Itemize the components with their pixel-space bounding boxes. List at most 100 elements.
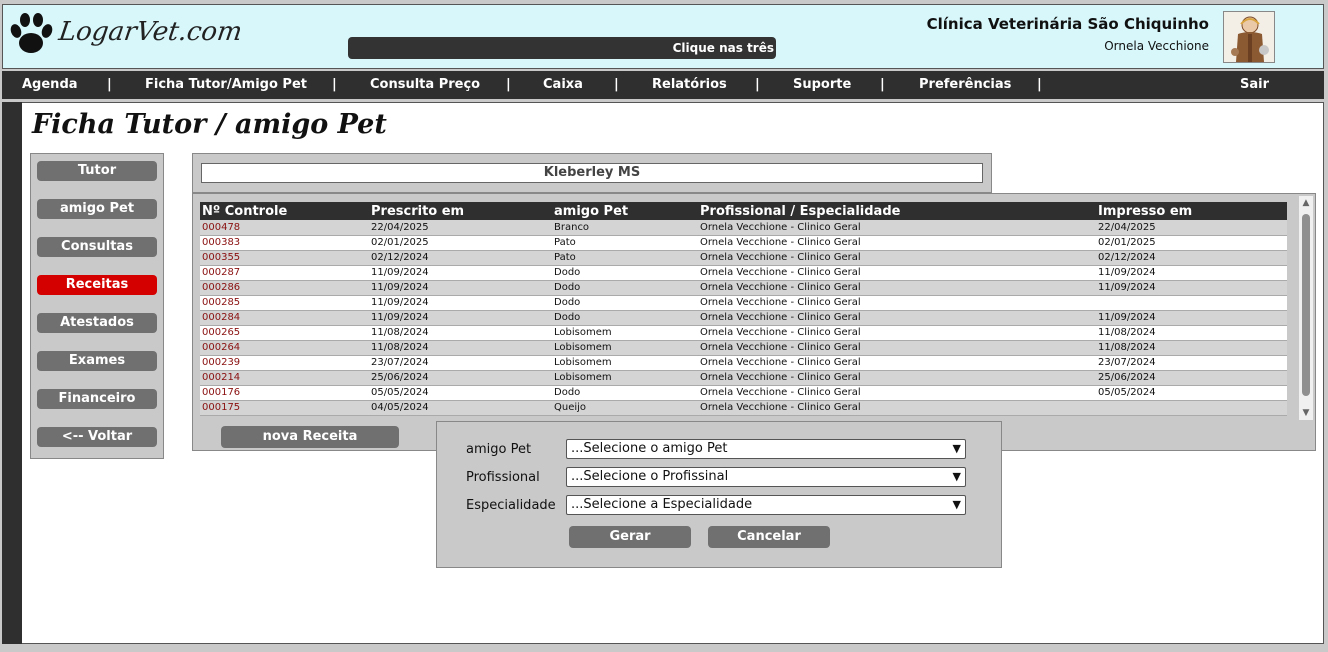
- app-frame: LogarVet.com Clique nas três Clínica Vet…: [0, 0, 1328, 652]
- cell-profissional: Ornela Vecchione - Clinico Geral: [698, 385, 1096, 401]
- table-scrollbar[interactable]: ▲ ▼: [1299, 196, 1313, 420]
- cell-profissional: Ornela Vecchione - Clinico Geral: [698, 310, 1096, 326]
- cell-controle[interactable]: 000285: [200, 295, 369, 311]
- cell-impresso: 25/06/2024: [1096, 370, 1287, 386]
- cell-amigo-pet: Pato: [552, 250, 698, 266]
- scroll-up-arrow-icon[interactable]: ▲: [1299, 196, 1313, 210]
- especialidade-label: Especialidade: [466, 498, 556, 513]
- cell-controle[interactable]: 000284: [200, 310, 369, 326]
- cancelar-button[interactable]: Cancelar: [708, 526, 830, 548]
- table-row[interactable]: 000287 11/09/2024 Dodo Ornela Vecchione - C…: [200, 265, 1287, 281]
- gerar-button[interactable]: Gerar: [569, 526, 691, 548]
- side-menu-atestados-button[interactable]: Atestados: [37, 313, 157, 333]
- cell-prescrito: 11/09/2024: [369, 280, 552, 296]
- logo[interactable]: LogarVet.com: [9, 11, 244, 61]
- nav-suporte[interactable]: Suporte: [793, 71, 851, 99]
- scroll-down-arrow-icon[interactable]: ▼: [1299, 406, 1313, 420]
- nav-preferencias[interactable]: Preferências: [919, 71, 1011, 99]
- cell-amigo-pet: Lobisomem: [552, 370, 698, 386]
- cell-profissional: Ornela Vecchione - Clinico Geral: [698, 250, 1096, 266]
- cell-amigo-pet: Pato: [552, 235, 698, 251]
- cell-controle[interactable]: 000239: [200, 355, 369, 371]
- side-menu-receitas-button[interactable]: Receitas: [37, 275, 157, 295]
- table-row[interactable]: 000383 02/01/2025 Pato Ornela Vecchione - C…: [200, 235, 1287, 251]
- cell-controle[interactable]: 000214: [200, 370, 369, 386]
- table-row[interactable]: 000355 02/12/2024 Pato Ornela Vecchione - C…: [200, 250, 1287, 266]
- nav-separator: |: [107, 77, 112, 92]
- cell-controle[interactable]: 000478: [200, 220, 369, 236]
- table-row[interactable]: 000265 11/08/2024 Lobisomem Ornela Vecchion…: [200, 325, 1287, 341]
- cell-profissional: Ornela Vecchione - Clinico Geral: [698, 280, 1096, 296]
- side-menu-amigo-pet-button[interactable]: amigo Pet: [37, 199, 157, 219]
- cell-impresso: 02/01/2025: [1096, 235, 1287, 251]
- side-menu-voltar-button[interactable]: <-- Voltar: [37, 427, 157, 447]
- nav-consulta-preco[interactable]: Consulta Preço: [370, 71, 480, 99]
- table-row[interactable]: 000478 22/04/2025 Branco Ornela Vecchione -…: [200, 220, 1287, 236]
- side-menu-exames-button[interactable]: Exames: [37, 351, 157, 371]
- cell-impresso: 05/05/2024: [1096, 385, 1287, 401]
- table-row[interactable]: 000284 11/09/2024 Dodo Ornela Vecchione - C…: [200, 310, 1287, 326]
- cell-profissional: Ornela Vecchione - Clinico Geral: [698, 235, 1096, 251]
- marquee-banner[interactable]: Clique nas três: [348, 37, 776, 59]
- table-row[interactable]: 000239 23/07/2024 Lobisomem Ornela Vecchion…: [200, 355, 1287, 371]
- table-row[interactable]: 000214 25/06/2024 Lobisomem Ornela Vecchion…: [200, 370, 1287, 386]
- prescriptions-panel: Nº Controle Prescrito em amigo Pet Profi…: [192, 193, 1316, 451]
- main-content: Ficha Tutor / amigo Pet Tutor amigo Pet …: [22, 102, 1324, 644]
- cell-prescrito: 11/09/2024: [369, 265, 552, 281]
- table-row[interactable]: 000285 11/09/2024 Dodo Ornela Vecchione - C…: [200, 295, 1287, 311]
- nav-separator: |: [614, 77, 619, 92]
- cell-impresso: 02/12/2024: [1096, 250, 1287, 266]
- cell-prescrito: 02/12/2024: [369, 250, 552, 266]
- cell-prescrito: 11/09/2024: [369, 310, 552, 326]
- main-nav: Agenda | Ficha Tutor/Amigo Pet | Consult…: [2, 71, 1324, 99]
- nav-sair[interactable]: Sair: [1240, 71, 1269, 99]
- nav-caixa[interactable]: Caixa: [543, 71, 583, 99]
- cell-controle[interactable]: 000355: [200, 250, 369, 266]
- cell-controle[interactable]: 000286: [200, 280, 369, 296]
- cell-impresso: 11/09/2024: [1096, 280, 1287, 296]
- cell-profissional: Ornela Vecchione - Clinico Geral: [698, 325, 1096, 341]
- scroll-thumb[interactable]: [1302, 214, 1310, 396]
- cell-impresso: [1096, 295, 1287, 311]
- nova-receita-button[interactable]: nova Receita: [221, 426, 399, 448]
- cell-controle[interactable]: 000383: [200, 235, 369, 251]
- chevron-down-icon: ▼: [952, 442, 961, 455]
- amigo-pet-select[interactable]: ...Selecione o amigo Pet ▼: [566, 439, 966, 459]
- cell-controle[interactable]: 000175: [200, 400, 369, 416]
- table-row[interactable]: 000175 04/05/2024 Queijo Ornela Vecchione -…: [200, 400, 1287, 416]
- prescriptions-table-scroll[interactable]: Nº Controle Prescrito em amigo Pet Profi…: [200, 202, 1288, 420]
- cell-prescrito: 23/07/2024: [369, 355, 552, 371]
- tutor-box: Kleberley MS: [192, 153, 992, 193]
- cell-controle[interactable]: 000176: [200, 385, 369, 401]
- cell-prescrito: 11/08/2024: [369, 325, 552, 341]
- column-header-profissional: Profissional / Especialidade: [698, 202, 1096, 220]
- cell-amigo-pet: Dodo: [552, 295, 698, 311]
- cell-controle[interactable]: 000287: [200, 265, 369, 281]
- left-border-bar: [2, 102, 22, 644]
- nav-ficha-tutor[interactable]: Ficha Tutor/Amigo Pet: [145, 71, 307, 99]
- profissional-select[interactable]: ...Selecione o Profissinal ▼: [566, 467, 966, 487]
- nova-receita-form: amigo Pet ...Selecione o amigo Pet ▼ Pro…: [436, 421, 1002, 568]
- column-header-amigo-pet: amigo Pet: [552, 202, 698, 220]
- table-row[interactable]: 000264 11/08/2024 Lobisomem Ornela Vecchion…: [200, 340, 1287, 356]
- table-row[interactable]: 000176 05/05/2024 Dodo Ornela Vecchione - C…: [200, 385, 1287, 401]
- cell-controle[interactable]: 000265: [200, 325, 369, 341]
- cell-prescrito: 11/09/2024: [369, 295, 552, 311]
- nav-agenda[interactable]: Agenda: [22, 71, 78, 99]
- profissional-label: Profissional: [466, 470, 540, 485]
- nav-relatorios[interactable]: Relatórios: [652, 71, 727, 99]
- side-menu-financeiro-button[interactable]: Financeiro: [37, 389, 157, 409]
- cell-profissional: Ornela Vecchione - Clinico Geral: [698, 220, 1096, 236]
- table-row[interactable]: 000286 11/09/2024 Dodo Ornela Vecchione - C…: [200, 280, 1287, 296]
- cell-amigo-pet: Lobisomem: [552, 355, 698, 371]
- paw-icon: [10, 13, 53, 53]
- side-menu-consultas-button[interactable]: Consultas: [37, 237, 157, 257]
- side-menu-tutor-button[interactable]: Tutor: [37, 161, 157, 181]
- especialidade-select[interactable]: ...Selecione a Especialidade ▼: [566, 495, 966, 515]
- especialidade-select-value: ...Selecione a Especialidade: [571, 497, 753, 512]
- cell-impresso: 11/08/2024: [1096, 325, 1287, 341]
- header: LogarVet.com Clique nas três Clínica Vet…: [2, 4, 1324, 69]
- cell-prescrito: 04/05/2024: [369, 400, 552, 416]
- cell-controle[interactable]: 000264: [200, 340, 369, 356]
- chevron-down-icon: ▼: [952, 498, 961, 511]
